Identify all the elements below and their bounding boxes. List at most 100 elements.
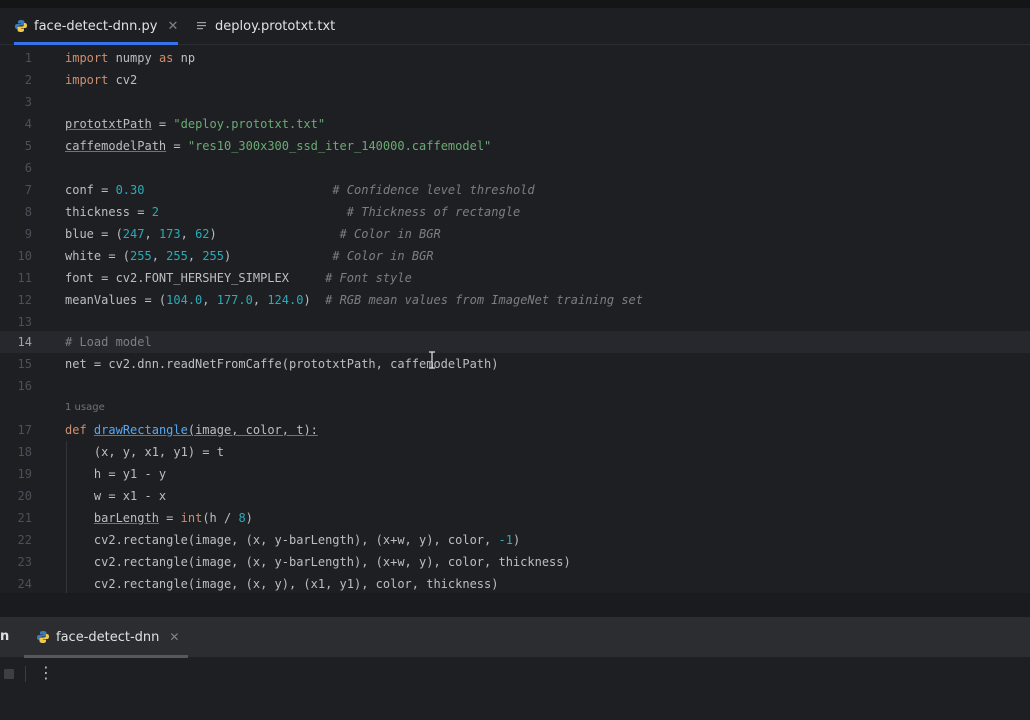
comment: # Confidence level threshold bbox=[332, 183, 535, 197]
code-line-2[interactable]: import cv2 bbox=[65, 69, 137, 91]
code-text: , bbox=[180, 227, 196, 241]
code-text: = bbox=[166, 139, 188, 153]
builtin: int bbox=[180, 511, 203, 525]
usage-hint[interactable]: 1 usage bbox=[65, 402, 105, 413]
code-line-7[interactable]: conf = 0.30 # Confidence level threshold bbox=[65, 179, 535, 201]
text-cursor-icon bbox=[429, 351, 435, 369]
code-editor[interactable]: 1 2 3 4 5 6 7 8 9 10 11 12 13 14 15 16 1… bbox=[0, 45, 1030, 595]
line-number: 19 bbox=[17, 467, 32, 481]
line-number: 11 bbox=[17, 271, 32, 285]
run-tab-label: face-detect-dnn bbox=[56, 629, 160, 645]
stop-icon[interactable] bbox=[4, 669, 14, 679]
code-text: = bbox=[151, 117, 174, 131]
close-icon[interactable]: ✕ bbox=[167, 19, 178, 34]
more-options-icon[interactable]: ⋮ bbox=[38, 665, 54, 681]
code-text: (h / bbox=[202, 511, 239, 525]
number-literal: 104.0 bbox=[166, 293, 203, 307]
line-number: 2 bbox=[24, 73, 32, 87]
code-text: np bbox=[173, 51, 196, 65]
line-number: 18 bbox=[17, 445, 32, 459]
code-line-22[interactable]: cv2.rectangle(image, (x, y-barLength), (… bbox=[65, 529, 520, 551]
tab-face-detect-dnn-py[interactable]: face-detect-dnn.py ✕ bbox=[14, 8, 179, 45]
code-line-1[interactable]: import numpy as np bbox=[65, 47, 195, 69]
line-number: 24 bbox=[17, 577, 32, 591]
code-line-10[interactable]: white = (255, 255, 255) # Color in BGR bbox=[65, 245, 434, 267]
string-literal: "deploy.prototxt.txt" bbox=[173, 117, 326, 131]
code-text: ) bbox=[224, 249, 333, 263]
code-text: , bbox=[202, 293, 217, 307]
editor-tab-bar: face-detect-dnn.py ✕ deploy.prototxt.txt bbox=[0, 8, 1030, 45]
code-text: numpy bbox=[108, 51, 159, 65]
line-number-current: 14 bbox=[17, 335, 32, 349]
variable: prototxtPath bbox=[65, 117, 152, 131]
line-number: 15 bbox=[17, 357, 32, 371]
line-number: 21 bbox=[17, 511, 32, 525]
tab-label: face-detect-dnn.py bbox=[34, 18, 158, 34]
code-text: , bbox=[252, 293, 268, 307]
line-number: 17 bbox=[17, 423, 32, 437]
code-text: w = x1 - x bbox=[65, 489, 167, 503]
python-icon bbox=[37, 631, 49, 643]
number-literal: 173 bbox=[158, 227, 181, 241]
comment: # Color in BGR bbox=[332, 249, 434, 263]
code-line-24[interactable]: cv2.rectangle(image, (x, y), (x1, y1), c… bbox=[65, 573, 499, 595]
comment: # Load model bbox=[65, 335, 152, 349]
tab-label: deploy.prototxt.txt bbox=[215, 18, 336, 34]
code-text: thickness = bbox=[65, 205, 152, 219]
code-line-5[interactable]: caffemodelPath = "res10_300x300_ssd_iter… bbox=[65, 135, 491, 157]
window-top-strip bbox=[0, 0, 1030, 8]
string-literal: "res10_300x300_ssd_iter_140000.caffemode… bbox=[187, 139, 492, 153]
code-line-9[interactable]: blue = (247, 173, 62) # Color in BGR bbox=[65, 223, 441, 245]
line-number: 7 bbox=[24, 183, 32, 197]
python-icon bbox=[15, 20, 27, 32]
line-number: 8 bbox=[24, 205, 32, 219]
line-number: 16 bbox=[17, 379, 32, 393]
line-number: 10 bbox=[17, 249, 32, 263]
line-number: 23 bbox=[17, 555, 32, 569]
code-line-18[interactable]: (x, y, x1, y1) = t bbox=[65, 441, 224, 463]
keyword: import bbox=[65, 73, 109, 87]
code-text: cv2.rectangle(image, (x, y-barLength), (… bbox=[65, 533, 499, 547]
number-literal: -1 bbox=[498, 533, 513, 547]
code-line-21[interactable]: barLength = int(h / 8) bbox=[65, 507, 253, 529]
number-literal: 2 bbox=[151, 205, 159, 219]
panel-separator[interactable] bbox=[0, 593, 1030, 617]
code-text: font = cv2.FONT_HERSHEY_SIMPLEX bbox=[65, 271, 326, 285]
number-literal: 247 bbox=[122, 227, 145, 241]
code-line-8[interactable]: thickness = 2 # Thickness of rectangle bbox=[65, 201, 520, 223]
code-line-19[interactable]: h = y1 - y bbox=[65, 463, 166, 485]
number-literal: 255 bbox=[130, 249, 152, 263]
variable: caffemodelPath bbox=[65, 139, 167, 153]
keyword: as bbox=[158, 51, 174, 65]
code-line-17[interactable]: def drawRectangle(image, color, t): bbox=[65, 419, 318, 441]
line-number: 5 bbox=[24, 139, 32, 153]
run-tab-face-detect-dnn[interactable]: face-detect-dnn ✕ bbox=[36, 620, 179, 654]
number-literal: 177.0 bbox=[216, 293, 253, 307]
code-line-20[interactable]: w = x1 - x bbox=[65, 485, 166, 507]
code-text: white = ( bbox=[65, 249, 131, 263]
code-text: blue = ( bbox=[65, 227, 123, 241]
code-text: conf = bbox=[65, 183, 116, 197]
code-line-4[interactable]: prototxtPath = "deploy.prototxt.txt" bbox=[65, 113, 325, 135]
keyword: import bbox=[65, 51, 109, 65]
code-text: , bbox=[144, 227, 159, 241]
run-panel-title: n bbox=[0, 629, 10, 644]
text-file-icon bbox=[197, 22, 206, 30]
tab-deploy-prototxt[interactable]: deploy.prototxt.txt bbox=[196, 8, 335, 44]
code-text: ) bbox=[512, 533, 521, 547]
function-name: drawRectangle bbox=[93, 423, 188, 437]
code-text: = bbox=[158, 511, 181, 525]
console-output[interactable] bbox=[0, 692, 1030, 720]
code-line-23[interactable]: cv2.rectangle(image, (x, y-barLength), (… bbox=[65, 551, 571, 573]
close-icon[interactable]: ✕ bbox=[169, 630, 179, 644]
toolbar-divider bbox=[25, 666, 26, 682]
line-number: 22 bbox=[17, 533, 32, 547]
code-line-14[interactable]: # Load model bbox=[65, 331, 152, 353]
code-line-12[interactable]: meanValues = (104.0, 177.0, 124.0) # RGB… bbox=[65, 289, 643, 311]
line-number: 13 bbox=[17, 315, 32, 329]
line-number: 3 bbox=[24, 95, 32, 109]
code-line-11[interactable]: font = cv2.FONT_HERSHEY_SIMPLEX # Font s… bbox=[65, 267, 412, 289]
